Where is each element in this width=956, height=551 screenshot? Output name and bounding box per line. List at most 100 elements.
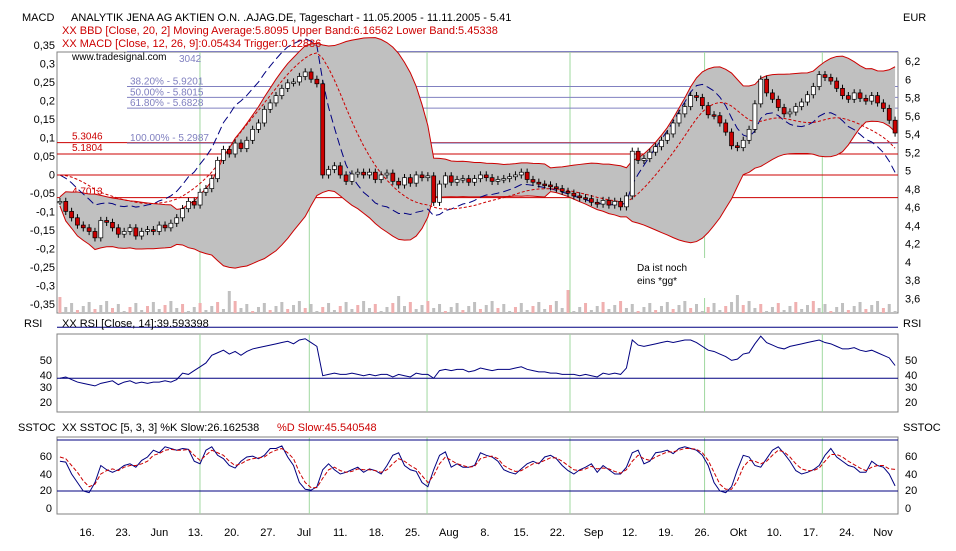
- x-axis-tick: 16.: [79, 527, 94, 539]
- fib-label-2: 61.80% - 5.6828: [130, 98, 204, 109]
- candle-body: [448, 175, 454, 183]
- volume-bar: [683, 301, 687, 313]
- candle-body: [139, 231, 145, 237]
- volume-bar: [286, 309, 290, 313]
- fib-label-3: 100.00% - 5.2987: [130, 133, 209, 144]
- volume-bar: [718, 310, 722, 313]
- volume-bar: [531, 306, 535, 313]
- macd-axis-tick: 0,25: [34, 77, 55, 89]
- fib-top-partial-label: 3042: [179, 54, 202, 65]
- x-axis-tick: 10.: [767, 527, 782, 539]
- volume-bar: [344, 302, 348, 313]
- candle-body: [191, 201, 197, 206]
- candle-body: [121, 231, 127, 235]
- candle-body: [840, 87, 845, 96]
- volume-bar: [677, 305, 681, 313]
- volume-bar: [549, 305, 553, 313]
- candle-body: [577, 195, 583, 199]
- candle-body: [670, 122, 676, 135]
- candle-body: [559, 188, 565, 192]
- candle-body: [372, 171, 378, 180]
- volume-bar: [321, 307, 325, 313]
- candle-body: [197, 191, 203, 206]
- price-axis-tick: 4,8: [905, 184, 920, 196]
- volume-bar: [665, 302, 669, 313]
- candle-body: [413, 174, 419, 184]
- candle-body: [226, 149, 232, 155]
- volume-bar: [589, 310, 593, 313]
- volume-bar: [811, 301, 815, 313]
- volume-bar: [846, 310, 850, 313]
- volume-bar: [309, 304, 313, 313]
- volume-bar: [823, 304, 827, 313]
- candle-body: [425, 175, 431, 179]
- fib-label-0: 38.20% - 5.9201: [130, 77, 204, 88]
- volume-bar: [292, 305, 296, 313]
- candle-body: [332, 165, 337, 170]
- volume-bar: [887, 304, 891, 313]
- rsi-axis-tick-left: 20: [40, 397, 52, 409]
- volume-bar: [659, 306, 663, 313]
- rsi-right-label: RSI: [903, 318, 921, 330]
- candle-body: [460, 178, 466, 181]
- volume-bar: [765, 311, 769, 313]
- volume-bar: [782, 310, 786, 313]
- volume-bar: [327, 303, 331, 313]
- volume-bar: [280, 302, 284, 313]
- sstoc-axis-tick-left: 0: [46, 503, 52, 515]
- candle-body: [443, 175, 448, 185]
- candle-body: [653, 146, 658, 153]
- candle-body: [337, 165, 343, 176]
- volume-bar: [443, 311, 447, 313]
- volume-bar: [303, 308, 307, 313]
- volume-bar: [519, 303, 523, 313]
- price-axis-tick: 3,6: [905, 293, 920, 305]
- candle-body: [676, 113, 682, 124]
- candle-body: [156, 224, 162, 232]
- candle-body: [647, 151, 653, 159]
- volume-bar: [554, 301, 558, 313]
- candle-body: [104, 220, 109, 223]
- rsi-axis-tick-right: 30: [905, 382, 917, 394]
- volume-bar: [157, 309, 161, 313]
- candle-body: [799, 101, 804, 107]
- candle-body: [682, 106, 688, 115]
- candle-body: [881, 102, 886, 109]
- volume-bar: [239, 308, 243, 313]
- candle-body: [740, 139, 746, 148]
- candle-body: [384, 172, 390, 176]
- volume-bar: [216, 302, 220, 313]
- candle-body: [232, 142, 238, 155]
- volume-bar: [110, 308, 114, 313]
- volume-bar: [373, 304, 377, 313]
- candle-body: [869, 95, 875, 102]
- x-axis-tick: 8.: [480, 527, 489, 539]
- fib-label-1: 50.00% - 5.8015: [130, 87, 204, 98]
- candle-body: [542, 183, 548, 186]
- candle-body: [437, 183, 442, 203]
- candle-body: [326, 169, 331, 176]
- volume-bar: [116, 304, 120, 313]
- x-axis-tick: Okt: [730, 527, 747, 539]
- volume-bar: [350, 309, 354, 313]
- candle-body: [507, 176, 512, 179]
- volume-bar: [730, 302, 734, 313]
- candle-body: [822, 74, 828, 78]
- sstoc-left-label: SSTOC: [18, 422, 56, 434]
- candle-body: [261, 108, 267, 124]
- volume-bar: [584, 303, 588, 313]
- candle-body: [851, 92, 857, 100]
- volume-bar: [770, 307, 774, 313]
- volume-bar: [58, 297, 62, 313]
- x-axis-tick: 25.: [405, 527, 420, 539]
- volume-bar: [473, 302, 477, 313]
- candle-body: [886, 108, 892, 121]
- candle-body: [711, 114, 717, 117]
- x-axis-tick: Jun: [150, 527, 168, 539]
- volume-bar: [332, 310, 336, 313]
- volume-bar: [648, 303, 652, 313]
- volume-bar: [566, 290, 570, 313]
- price-axis-tick: 5,4: [905, 129, 920, 141]
- candle-body: [664, 133, 670, 141]
- volume-bar: [870, 305, 874, 313]
